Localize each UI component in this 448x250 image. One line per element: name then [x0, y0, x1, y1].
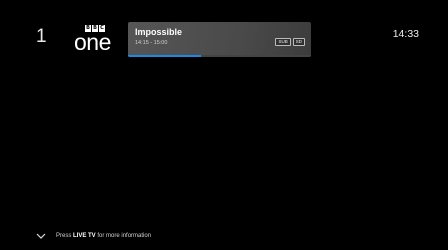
clock: 14:33: [392, 28, 419, 40]
chevron-down-icon[interactable]: [36, 233, 46, 239]
footer-text: Press LIVE TV for more information: [56, 233, 151, 239]
footer-prefix: Press: [56, 233, 74, 239]
program-progress-bar: [128, 55, 311, 57]
footer-key: LIVE TV: [73, 233, 96, 239]
program-progress-fill: [128, 55, 202, 57]
footer-hint: Press LIVE TV for more information: [36, 233, 151, 239]
channel-logo: B B C one: [74, 25, 118, 55]
sd-badge: SD: [292, 38, 305, 46]
footer-suffix: for more information: [95, 233, 152, 239]
program-card[interactable]: Impossible 14:15 - 15:00 SUB SD: [128, 22, 311, 57]
program-title: Impossible: [135, 27, 183, 37]
subtitles-badge: SUB: [275, 38, 291, 46]
program-badges: SUB SD: [275, 38, 305, 46]
channel-number: 1: [36, 26, 47, 47]
logo-one-text: one: [74, 29, 111, 55]
program-time: 14:15 - 15:00: [135, 40, 168, 46]
